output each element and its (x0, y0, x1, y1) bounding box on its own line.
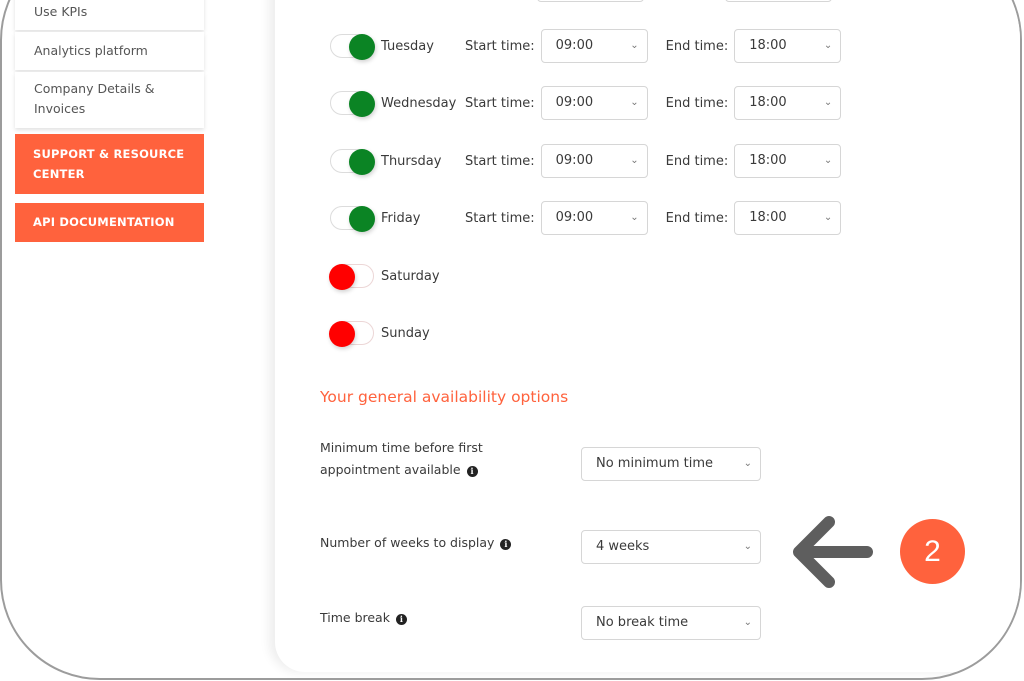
day-row-saturday: Saturday (329, 259, 465, 293)
day-label: Wednesday (381, 95, 457, 111)
button-label: API DOCUMENTATION (33, 215, 175, 229)
toggle-knob (349, 206, 375, 232)
label-text: Number of weeks to display (320, 535, 495, 550)
chevron-down-icon: ⌄ (823, 155, 833, 166)
tuesday-toggle[interactable] (330, 34, 375, 60)
chevron-down-icon: ⌄ (743, 541, 752, 552)
day-row-friday: Friday Start time: 09:00 ⌄ End time: 18:0… (330, 201, 842, 235)
toggle-knob (349, 149, 375, 175)
availability-options-heading: Your general availability options (320, 388, 569, 406)
day-label: Friday (381, 210, 421, 226)
chevron-down-icon: ⌄ (743, 617, 752, 628)
wednesday-toggle[interactable] (330, 91, 375, 117)
end-time-label: End time: (665, 38, 729, 54)
step-badge: 2 (900, 519, 965, 584)
day-row-thursday: Thursday Start time: 09:00 ⌄ End time: 18… (330, 144, 842, 178)
api-documentation-button[interactable]: API DOCUMENTATION (15, 203, 204, 242)
tuesday-end-select[interactable]: 18:00 ⌄ (734, 29, 842, 63)
sidebar-item-label: Use KPIs (34, 4, 88, 19)
friday-start-select[interactable]: 09:00 ⌄ (540, 201, 648, 235)
select-value: 09:00 (555, 38, 594, 53)
day-label: Tuesday (381, 38, 434, 54)
day-row-wednesday: Wednesday Start time: 09:00 ⌄ End time: 1… (330, 86, 842, 120)
chevron-down-icon: ⌄ (823, 40, 833, 51)
end-time-label: End time: (665, 210, 729, 226)
wednesday-end-select[interactable]: 18:00 ⌄ (734, 86, 842, 120)
weeks-label: Number of weeks to display i (320, 532, 512, 554)
toggle-knob (329, 264, 355, 290)
sidebar: Use KPIs Analytics platform Company Deta… (15, 0, 204, 242)
button-label: SUPPORT & RESOURCE CENTER (33, 147, 185, 181)
sidebar-item-label: Analytics platform (34, 43, 148, 58)
info-icon[interactable]: i (466, 466, 478, 477)
chevron-down-icon: ⌄ (823, 97, 833, 108)
start-time-label: Start time: (465, 95, 535, 111)
min-time-label: Minimum time before first appointment av… (320, 437, 483, 481)
thursday-end-select[interactable]: 18:00 ⌄ (734, 144, 842, 178)
chevron-down-icon: ⌄ (630, 97, 639, 108)
select-value: 18:00 (749, 95, 787, 110)
toggle-knob (329, 321, 355, 347)
end-time-label: End time: (665, 95, 729, 111)
day-label: Saturday (381, 268, 440, 284)
sidebar-item-kpis[interactable]: Use KPIs (15, 0, 204, 30)
day-row-sunday: Sunday (329, 316, 465, 350)
select-value: No minimum time (596, 456, 714, 471)
monday-end-select[interactable] (725, 0, 832, 2)
end-time-label: End time: (665, 153, 729, 169)
select-value: 09:00 (555, 210, 594, 225)
day-label: Sunday (381, 325, 430, 341)
time-break-label: Time break i (320, 607, 407, 629)
chevron-down-icon: ⌄ (630, 212, 639, 223)
screenshot-frame: Use KPIs Analytics platform Company Deta… (0, 0, 1022, 680)
select-value: 4 weeks (596, 539, 650, 554)
friday-toggle[interactable] (330, 206, 375, 232)
time-break-select[interactable]: No break time ⌄ (581, 606, 761, 640)
toggle-knob (349, 91, 375, 117)
tuesday-start-select[interactable]: 09:00 ⌄ (540, 29, 648, 63)
select-value: No break time (596, 615, 689, 630)
min-time-select[interactable]: No minimum time ⌄ (581, 447, 761, 481)
toggle-knob (349, 34, 375, 60)
monday-start-select[interactable] (537, 0, 644, 2)
select-value: 18:00 (749, 38, 787, 53)
support-resource-center-button[interactable]: SUPPORT & RESOURCE CENTER (15, 134, 204, 194)
start-time-label: Start time: (465, 153, 535, 169)
thursday-toggle[interactable] (330, 149, 375, 175)
select-value: 09:00 (555, 95, 594, 110)
sunday-toggle[interactable] (329, 321, 374, 347)
thursday-start-select[interactable]: 09:00 ⌄ (540, 144, 648, 178)
chevron-down-icon: ⌄ (630, 155, 639, 166)
chevron-down-icon: ⌄ (743, 458, 752, 469)
sidebar-item-analytics[interactable]: Analytics platform (15, 32, 204, 70)
info-icon[interactable]: i (500, 539, 512, 550)
weeks-select[interactable]: 4 weeks ⌄ (581, 530, 761, 564)
info-icon[interactable]: i (395, 614, 407, 625)
select-value: 18:00 (749, 210, 787, 225)
start-time-label: Start time: (465, 210, 535, 226)
select-value: 18:00 (749, 153, 787, 168)
friday-end-select[interactable]: 18:00 ⌄ (734, 201, 842, 235)
label-line: Minimum time before first (320, 440, 483, 455)
wednesday-start-select[interactable]: 09:00 ⌄ (540, 86, 648, 120)
label-text: Time break (320, 610, 390, 625)
select-value: 09:00 (555, 153, 594, 168)
sidebar-item-label: Company Details & Invoices (34, 81, 155, 116)
day-row-tuesday: Tuesday Start time: 09:00 ⌄ End time: 18:… (330, 29, 842, 63)
label-line: appointment available (320, 462, 461, 477)
day-label: Thursday (381, 153, 442, 169)
chevron-down-icon: ⌄ (630, 40, 639, 51)
sidebar-item-company-details[interactable]: Company Details & Invoices (15, 72, 204, 128)
start-time-label: Start time: (465, 38, 535, 54)
saturday-toggle[interactable] (329, 264, 374, 290)
arrow-left-icon (793, 516, 873, 588)
chevron-down-icon: ⌄ (823, 212, 833, 223)
